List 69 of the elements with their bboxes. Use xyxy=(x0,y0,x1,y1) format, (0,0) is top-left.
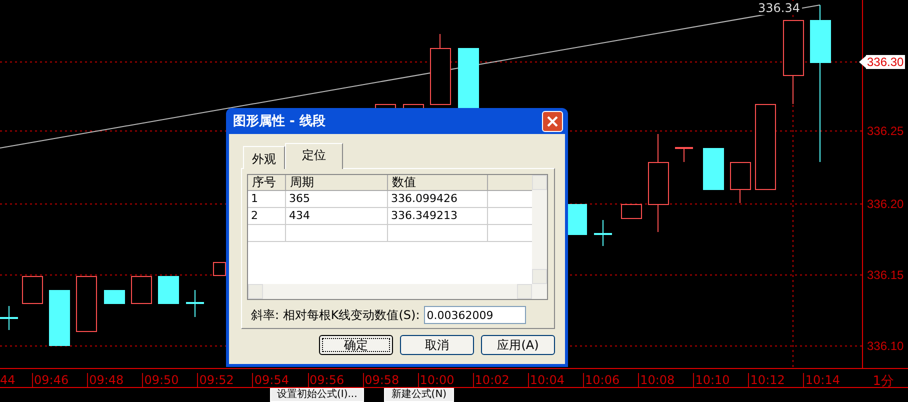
time-axis-label: 10:02 xyxy=(472,373,510,387)
slope-field[interactable]: 0.00362009 xyxy=(424,306,526,324)
scroll-right-button[interactable] xyxy=(517,284,532,299)
close-button[interactable] xyxy=(542,110,563,132)
candlestick xyxy=(131,276,152,304)
price-axis-label: 336.15 xyxy=(866,268,905,282)
candlestick xyxy=(104,290,125,304)
time-axis-label: 09:52 xyxy=(197,373,234,387)
candlestick xyxy=(186,290,204,318)
candlestick xyxy=(703,148,724,190)
column-header[interactable] xyxy=(488,175,532,191)
candlestick xyxy=(76,276,97,332)
table-cell: 1 xyxy=(248,191,286,208)
scroll-up-button[interactable] xyxy=(532,175,547,190)
dialog-button[interactable]: 应用(A) xyxy=(481,335,555,355)
column-header[interactable]: 周期 xyxy=(286,175,388,191)
close-icon xyxy=(547,116,558,126)
candlestick xyxy=(49,290,70,346)
column-header[interactable]: 数值 xyxy=(388,175,488,191)
candlestick xyxy=(730,162,751,204)
time-axis-label: 10:08 xyxy=(638,373,675,387)
candlestick xyxy=(621,204,642,219)
dialog-title: 图形属性 - 线段 xyxy=(233,113,326,130)
price-label: 336.34 xyxy=(756,1,802,15)
time-axis-label: 10:00 xyxy=(418,373,454,387)
candlestick xyxy=(430,34,451,105)
horizontal-scrollbar[interactable] xyxy=(248,284,532,299)
vertical-scrollbar[interactable] xyxy=(532,175,547,284)
time-axis-label: 09:58 xyxy=(362,373,400,387)
formula-button[interactable]: 新建公式(N) xyxy=(384,388,454,402)
time-axis-label: 09:46 xyxy=(32,373,69,387)
candlestick xyxy=(568,204,587,235)
table-cell: 365 xyxy=(286,191,388,208)
candlestick xyxy=(158,276,179,304)
scrollbar-corner xyxy=(532,284,547,299)
candlestick xyxy=(594,220,612,246)
time-axis-label: 09:56 xyxy=(308,373,344,387)
scroll-left-button[interactable] xyxy=(248,284,263,299)
time-axis-label: 10:10 xyxy=(693,373,730,387)
tab[interactable]: 定位 xyxy=(285,143,343,169)
price-axis-label: 336.25 xyxy=(866,124,905,138)
time-axis-label: 09:48 xyxy=(87,373,124,387)
trend-line[interactable] xyxy=(0,4,820,148)
table-cell: 2 xyxy=(248,208,286,225)
slope-label: 斜率: 相对每根K线变动数值(S): xyxy=(251,306,420,324)
time-axis-label: 09:54 xyxy=(252,373,289,387)
dialog-button[interactable]: 确定 xyxy=(319,335,393,355)
period-label: 1分 xyxy=(872,373,894,390)
table-cell: 434 xyxy=(286,208,388,225)
dialog-button[interactable]: 取消 xyxy=(400,335,474,355)
column-header[interactable]: 序号 xyxy=(248,175,286,191)
time-axis-label: 10:12 xyxy=(748,373,785,387)
scroll-down-button[interactable] xyxy=(532,269,547,284)
price-axis-label: 336.10 xyxy=(866,339,905,353)
candlestick xyxy=(675,147,693,162)
candlestick xyxy=(22,276,43,304)
table-cell: 336.099426 xyxy=(388,191,488,208)
table-cell: 336.349213 xyxy=(388,208,488,225)
tab[interactable]: 外观 xyxy=(243,146,285,169)
time-axis-label: 10:06 xyxy=(583,373,620,387)
candlestick xyxy=(213,262,226,276)
time-axis-label: 09:50 xyxy=(142,373,179,387)
time-axis-label: 10:04 xyxy=(528,373,564,387)
price-axis-label: 336.30 xyxy=(866,55,905,69)
candlestick xyxy=(0,306,18,330)
time-axis-label: 10:14 xyxy=(803,373,840,387)
price-axis-label: 336.20 xyxy=(866,197,905,211)
formula-button[interactable]: 设置初始公式(I)... xyxy=(270,388,364,402)
time-axis-label: 44 xyxy=(0,373,16,387)
